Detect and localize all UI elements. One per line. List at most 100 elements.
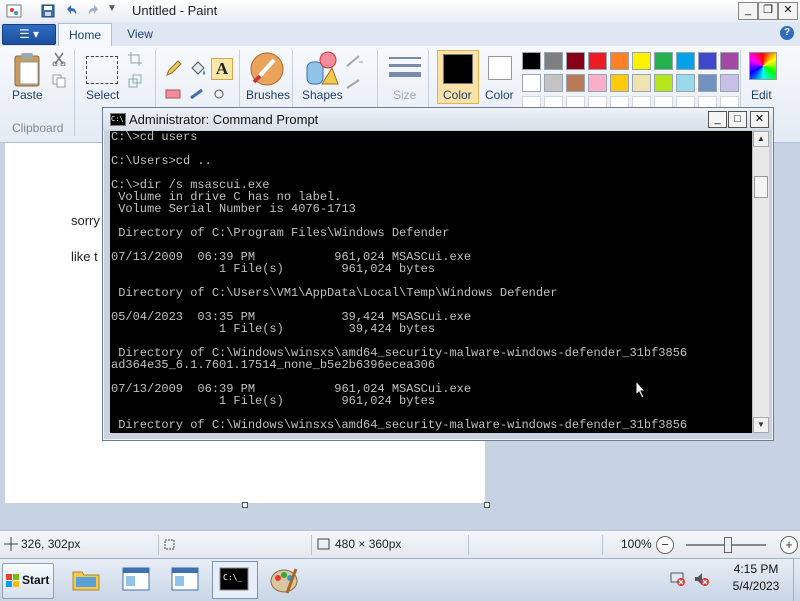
taskbar-explorer[interactable]: [64, 561, 110, 599]
resize-icon[interactable]: [128, 74, 142, 91]
paint-menu-button[interactable]: ☰ ▾: [2, 24, 56, 45]
size-icon[interactable]: [389, 54, 421, 85]
cmd-maximize-button[interactable]: □: [728, 111, 747, 128]
zoom-in-button[interactable]: +: [780, 536, 798, 554]
cmd-vertical-scrollbar[interactable]: ▲ ▼: [752, 131, 769, 433]
system-clock[interactable]: 4:15 PM 5/4/2023: [720, 561, 792, 595]
palette-swatch[interactable]: [544, 52, 563, 70]
edit-colors-icon[interactable]: [749, 52, 777, 80]
crop-icon[interactable]: [128, 52, 142, 69]
paste-icon[interactable]: [10, 50, 44, 92]
text-tool-icon[interactable]: A: [211, 58, 233, 80]
taskbar-window-1[interactable]: [114, 561, 160, 599]
tab-home[interactable]: Home: [58, 23, 112, 47]
cursor-position: 326, 302px: [21, 537, 81, 551]
status-bar: 326, 302px 480 × 360px 100% − +: [0, 530, 800, 559]
cmd-minimize-button[interactable]: _: [708, 111, 727, 128]
palette-swatch[interactable]: [720, 52, 739, 70]
mouse-cursor-icon: [635, 379, 647, 402]
eraser-icon[interactable]: [164, 88, 184, 102]
color2-label: Color: [485, 88, 514, 102]
scroll-up-arrow-icon[interactable]: ▲: [753, 131, 769, 147]
canvas-text-line1: sorry: [71, 213, 100, 228]
customize-qat-icon[interactable]: ▼: [107, 3, 117, 14]
scrollbar-thumb[interactable]: [754, 176, 768, 198]
palette-swatch[interactable]: [676, 74, 695, 92]
shapes-button[interactable]: Shapes: [302, 88, 343, 102]
help-icon[interactable]: ?: [780, 26, 794, 40]
zoom-out-button[interactable]: −: [656, 536, 674, 554]
paint-icon: [269, 565, 299, 598]
taskbar-paint[interactable]: [262, 561, 308, 599]
command-prompt-window[interactable]: C:\ Administrator: Command Prompt _ □ ✕ …: [102, 107, 774, 441]
palette-swatch[interactable]: [566, 74, 585, 92]
folder-icon: [71, 566, 101, 595]
canvas-size: 480 × 360px: [335, 537, 402, 551]
clipboard-group-label: Clipboard: [12, 121, 64, 135]
cmd-console-output[interactable]: C:\>cd users C:\Users>cd .. C:\>dir /s m…: [110, 131, 752, 433]
cmd-close-button[interactable]: ✕: [750, 111, 769, 128]
redo-icon[interactable]: [86, 3, 102, 22]
resize-handle-bottom[interactable]: [242, 502, 248, 508]
copy-icon[interactable]: [52, 74, 66, 91]
magnifier-icon[interactable]: [211, 88, 231, 102]
volume-muted-icon[interactable]: [693, 571, 709, 590]
save-icon[interactable]: [40, 3, 56, 22]
cmd-window-icon[interactable]: C:\: [110, 113, 126, 126]
palette-swatch[interactable]: [698, 52, 717, 70]
palette-swatch[interactable]: [610, 74, 629, 92]
svg-text:C:\_: C:\_: [223, 573, 242, 582]
palette-swatch[interactable]: [588, 74, 607, 92]
palette-swatch[interactable]: [698, 74, 717, 92]
palette-swatch[interactable]: [720, 74, 739, 92]
start-button[interactable]: Start: [2, 563, 54, 599]
canvas-text-line2: like t: [71, 249, 98, 264]
resize-handle-corner[interactable]: [484, 502, 490, 508]
palette-swatch[interactable]: [566, 52, 585, 70]
palette-swatch[interactable]: [544, 74, 563, 92]
color1-label: Color: [443, 88, 472, 102]
cmd-titlebar[interactable]: C:\ Administrator: Command Prompt _ □ ✕: [103, 108, 773, 130]
scroll-down-arrow-icon[interactable]: ▼: [753, 417, 769, 433]
edit-colors-button[interactable]: Edit: [751, 88, 772, 102]
paste-button[interactable]: Paste: [12, 88, 43, 102]
pencil-icon[interactable]: [164, 58, 184, 81]
palette-swatch[interactable]: [522, 74, 541, 92]
paint-app-icon[interactable]: [6, 3, 22, 22]
undo-icon[interactable]: [63, 3, 79, 22]
brushes-button[interactable]: Brushes: [246, 88, 290, 102]
minimize-button[interactable]: _: [738, 2, 758, 20]
outline-icon[interactable]: [345, 54, 365, 71]
network-error-icon[interactable]: [670, 571, 686, 590]
palette-swatch[interactable]: [522, 52, 541, 70]
maximize-button[interactable]: ❐: [758, 2, 778, 20]
select-icon[interactable]: [86, 56, 118, 84]
fill-icon[interactable]: [188, 58, 208, 81]
palette-swatch[interactable]: [632, 74, 651, 92]
shapes-icon[interactable]: [304, 50, 340, 91]
palette-swatch[interactable]: [676, 52, 695, 70]
canvas-size-icon: [316, 537, 330, 554]
zoom-slider-thumb[interactable]: [724, 537, 732, 553]
cmd-window-title: Administrator: Command Prompt: [129, 112, 319, 127]
palette-swatch[interactable]: [632, 52, 651, 70]
color2-swatch[interactable]: [488, 56, 512, 80]
palette-swatch[interactable]: [654, 52, 673, 70]
fill-shape-icon[interactable]: [345, 76, 365, 93]
cut-icon[interactable]: [52, 52, 66, 69]
command-prompt-icon: C:\_: [219, 567, 249, 594]
palette-swatch[interactable]: [654, 74, 673, 92]
palette-swatch[interactable]: [588, 52, 607, 70]
select-button[interactable]: Select: [86, 88, 119, 102]
tab-view[interactable]: View: [116, 23, 164, 46]
show-desktop-button[interactable]: [793, 559, 800, 601]
size-button[interactable]: Size: [393, 88, 416, 102]
palette-swatch[interactable]: [610, 52, 629, 70]
close-button[interactable]: ✕: [778, 2, 798, 20]
start-label: Start: [22, 573, 50, 587]
taskbar-command-prompt[interactable]: C:\_: [212, 561, 258, 599]
selection-size-icon: [162, 537, 176, 554]
color-picker-icon[interactable]: [188, 88, 208, 102]
taskbar-window-2[interactable]: [163, 561, 209, 599]
brushes-icon[interactable]: [248, 50, 286, 91]
